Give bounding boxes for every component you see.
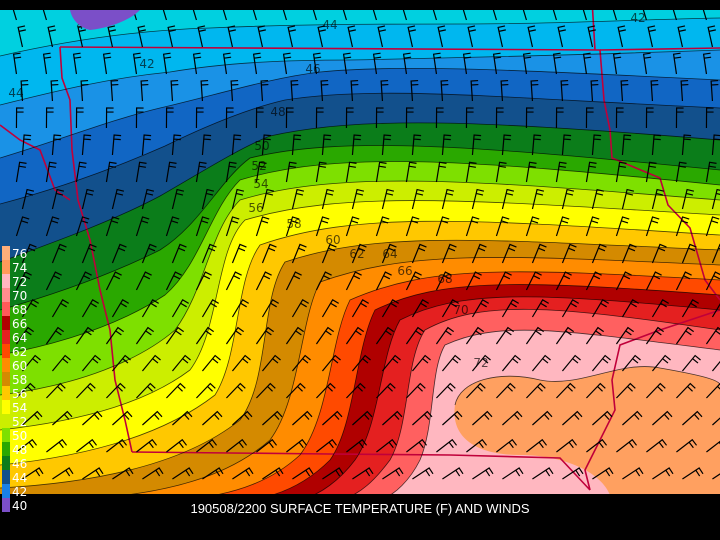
legend-label: 74 (12, 261, 28, 275)
legend-swatch (2, 372, 10, 386)
legend-label: 72 (12, 275, 28, 289)
legend-label: 76 (12, 247, 28, 261)
contour-label: 44 (8, 86, 23, 100)
legend-label: 46 (12, 457, 28, 471)
legend-swatch (2, 260, 10, 274)
contour-label: 48 (270, 105, 285, 119)
contour-label: 46 (305, 62, 320, 76)
contour-label: 44 (322, 18, 337, 32)
legend-label: 42 (12, 485, 28, 499)
contour-label: 70 (453, 303, 468, 317)
contour-label: 50 (254, 139, 269, 153)
legend-label: 66 (12, 317, 28, 331)
contour-label: 54 (253, 177, 268, 191)
legend-label: 56 (12, 387, 28, 401)
contour-label: 64 (382, 247, 397, 261)
contour-label: 72 (473, 356, 488, 370)
legend-label: 62 (12, 345, 28, 359)
legend-label: 50 (12, 429, 28, 443)
legend-swatch (2, 386, 10, 400)
contour-label: 66 (397, 264, 412, 278)
legend-label: 48 (12, 443, 28, 457)
contour-label: 42 (630, 11, 645, 25)
legend-swatch (2, 330, 10, 344)
legend-label: 60 (12, 359, 28, 373)
temperature-map: 40424444464850525456586062646668707242 (0, 10, 720, 494)
legend-swatch (2, 442, 10, 456)
legend-swatch (2, 470, 10, 484)
legend-swatch (2, 302, 10, 316)
legend-swatch (2, 316, 10, 330)
legend-swatch (2, 274, 10, 288)
legend-swatch (2, 358, 10, 372)
legend-label: 58 (12, 373, 28, 387)
contour-label: 58 (286, 217, 301, 231)
legend-label: 64 (12, 331, 28, 345)
contour-label: 56 (248, 201, 263, 215)
legend-swatch (2, 288, 10, 302)
legend-swatch (2, 344, 10, 358)
contour-label: 62 (349, 247, 364, 261)
contour-label: 68 (437, 272, 452, 286)
legend-swatch (2, 484, 10, 498)
legend-label: 52 (12, 415, 28, 429)
legend-label: 54 (12, 401, 28, 415)
legend-swatch (2, 414, 10, 428)
map-title: 190508/2200 SURFACE TEMPERATURE (F) AND … (190, 501, 530, 516)
legend-swatch (2, 428, 10, 442)
contour-label: 60 (325, 233, 340, 247)
legend-swatch (2, 400, 10, 414)
legend-label: 70 (12, 289, 28, 303)
legend-label: 68 (12, 303, 28, 317)
legend-label: 44 (12, 471, 28, 485)
contour-label: 42 (139, 57, 154, 71)
contour-label: 52 (251, 159, 266, 173)
legend-swatch (2, 246, 10, 260)
legend-swatch (2, 456, 10, 470)
